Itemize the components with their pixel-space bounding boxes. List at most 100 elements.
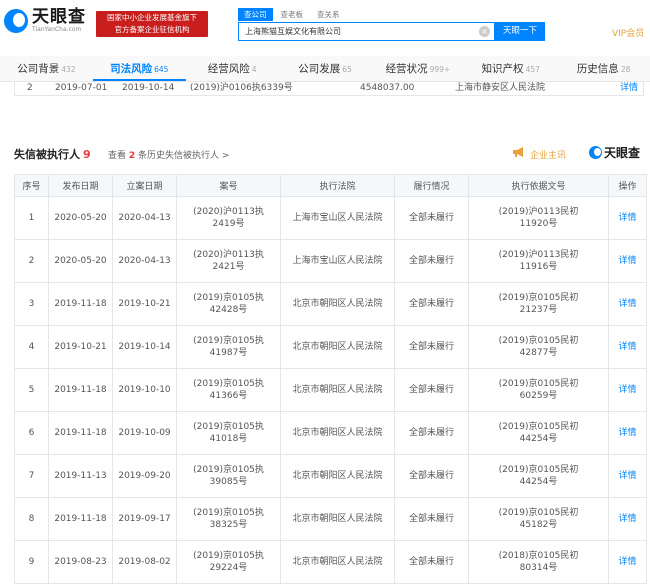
tab-intellectual-property[interactable]: 知识产权 457 <box>464 56 557 81</box>
dishonest-section-header: 失信被执行人 9 查看 2 条历史失信被执行人 > 企业主讯 天眼查 <box>14 144 646 162</box>
cell-seq: 4 <box>14 325 49 369</box>
column-header: 执行法院 <box>280 174 395 197</box>
cell-case-no: (2019)京0105执 41987号 <box>176 325 281 369</box>
vip-link[interactable]: VIP会员 <box>612 26 644 39</box>
detail-link[interactable]: 详情 <box>608 325 647 369</box>
tab-operation-status[interactable]: 经营状况 999+ <box>371 56 464 81</box>
cell-court: 北京市朝阳区人民法院 <box>280 497 395 541</box>
cell-pub-date: 2019-11-18 <box>48 411 113 455</box>
table-row: 8 2019-11-18 2019-09-17 (2019)京0105执 3832… <box>14 497 647 541</box>
cell-court: 北京市朝阳区人民法院 <box>280 411 395 455</box>
detail-link[interactable]: 详情 <box>608 497 647 541</box>
tab-judicial-risk[interactable]: 司法风险 645 <box>92 56 186 81</box>
official-badge: 国家中小企业发展基金旗下 官方备案企业征信机构 <box>96 11 208 37</box>
section-count: 9 <box>83 148 91 161</box>
tab-company-background[interactable]: 公司背景 432 <box>0 56 93 81</box>
column-header: 执行依据文号 <box>468 174 609 197</box>
cell-case-no: (2019)京0105执 41366号 <box>176 368 281 412</box>
section-tabs: 公司背景 432 司法风险 645 经营风险 4 公司发展 65 经营状况 999+ 知识… <box>0 56 650 82</box>
cell-status: 全部未履行 <box>394 497 469 541</box>
table-row: 3 2019-11-18 2019-10-21 (2019)京0105执 4242… <box>14 282 647 326</box>
cell-basis: (2019)京0105民初 44254号 <box>468 411 609 455</box>
table-row: 6 2019-11-18 2019-10-09 (2019)京0105执 4101… <box>14 411 647 455</box>
cell-basis: (2019)京0105民初 45182号 <box>468 497 609 541</box>
previous-table-row: 2 2019-07-01 2019-10-14 (2019)沪0106执6339… <box>14 82 644 96</box>
cell-court: 上海市宝山区人民法院 <box>280 196 395 240</box>
cell-status: 全部未履行 <box>394 540 469 584</box>
cell-case-no: (2020)沪0113执 2419号 <box>176 196 281 240</box>
prev-row-pub-date: 2019-07-01 <box>55 83 108 93</box>
table-row: 4 2019-10-21 2019-10-14 (2019)京0105执 4198… <box>14 325 647 369</box>
cell-file-date: 2020-04-13 <box>112 239 177 283</box>
history-dishonest-link[interactable]: 查看 2 条历史失信被执行人 > <box>108 148 229 161</box>
cell-court: 上海市宝山区人民法院 <box>280 239 395 283</box>
detail-link[interactable]: 详情 <box>608 239 647 283</box>
cell-court: 北京市朝阳区人民法院 <box>280 368 395 412</box>
tab-company-development[interactable]: 公司发展 65 <box>279 56 372 81</box>
logo-text: 天眼查 <box>32 7 86 27</box>
cell-basis: (2018)京0105民初 80314号 <box>468 540 609 584</box>
cell-seq: 3 <box>14 282 49 326</box>
cell-court: 北京市朝阳区人民法院 <box>280 325 395 369</box>
cell-basis: (2019)京0105民初 21237号 <box>468 282 609 326</box>
badge-line-2: 官方备案企业征信机构 <box>114 25 190 34</box>
search-tab-company[interactable]: 查公司 <box>238 8 273 21</box>
cell-file-date: 2019-10-10 <box>112 368 177 412</box>
logo-eye-icon <box>4 9 28 33</box>
logo-domain: TianYanCha.com <box>32 26 82 33</box>
cell-seq: 5 <box>14 368 49 412</box>
table-row: 9 2019-08-23 2019-08-02 (2019)京0105执 2922… <box>14 540 647 584</box>
cell-status: 全部未履行 <box>394 196 469 240</box>
search-type-tabs: 查公司 查老板 查关系 <box>238 8 346 21</box>
detail-link[interactable]: 详情 <box>608 454 647 498</box>
site-logo[interactable]: 天眼查 TianYanCha.com <box>4 8 86 34</box>
tab-operation-risk[interactable]: 经营风险 4 <box>186 56 279 81</box>
cell-basis: (2019)京0105民初 42877号 <box>468 325 609 369</box>
watermark-logo: 天眼查 <box>589 144 640 161</box>
cell-basis: (2019)京0105民初 60259号 <box>468 368 609 412</box>
cell-court: 北京市朝阳区人民法院 <box>280 454 395 498</box>
table-body: 1 2020-05-20 2020-04-13 (2020)沪0113执 2419… <box>14 196 647 584</box>
search-tab-relation[interactable]: 查关系 <box>311 8 346 21</box>
cell-status: 全部未履行 <box>394 454 469 498</box>
search-box: × <box>238 22 495 41</box>
cell-file-date: 2019-10-21 <box>112 282 177 326</box>
cell-pub-date: 2020-05-20 <box>48 239 113 283</box>
table-row: 1 2020-05-20 2020-04-13 (2020)沪0113执 2419… <box>14 196 647 240</box>
detail-link[interactable]: 详情 <box>608 282 647 326</box>
prev-row-court: 上海市静安区人民法院 <box>455 83 546 93</box>
search-button[interactable]: 天眼一下 <box>495 22 545 41</box>
prev-row-detail-link[interactable]: 详情 <box>620 82 638 94</box>
cell-case-no: (2019)京0105执 42428号 <box>176 282 281 326</box>
cell-case-no: (2019)京0105执 41018号 <box>176 411 281 455</box>
detail-link[interactable]: 详情 <box>608 368 647 412</box>
column-header: 履行情况 <box>394 174 469 197</box>
column-header: 案号 <box>176 174 281 197</box>
cell-seq: 6 <box>14 411 49 455</box>
search-tab-boss[interactable]: 查老板 <box>275 8 310 21</box>
cell-seq: 9 <box>14 540 49 584</box>
badge-line-1: 国家中小企业发展基金旗下 <box>107 13 197 22</box>
cell-seq: 2 <box>14 239 49 283</box>
cell-seq: 1 <box>14 196 49 240</box>
detail-link[interactable]: 详情 <box>608 196 647 240</box>
cell-basis: (2019)沪0113民初 11920号 <box>468 196 609 240</box>
cell-pub-date: 2019-10-21 <box>48 325 113 369</box>
clear-icon[interactable]: × <box>479 26 490 37</box>
detail-link[interactable]: 详情 <box>608 411 647 455</box>
table-row: 7 2019-11-13 2019-09-20 (2019)京0105执 3908… <box>14 454 647 498</box>
company-theme-link[interactable]: 企业主讯 <box>530 148 566 161</box>
prev-row-amount: 4548037.00 <box>360 83 415 93</box>
cell-court: 北京市朝阳区人民法院 <box>280 282 395 326</box>
detail-link[interactable]: 详情 <box>608 540 647 584</box>
cell-status: 全部未履行 <box>394 325 469 369</box>
search-input[interactable] <box>239 23 479 40</box>
tab-history-info[interactable]: 历史信息 28 <box>557 56 650 81</box>
cell-file-date: 2019-10-09 <box>112 411 177 455</box>
cell-status: 全部未履行 <box>394 411 469 455</box>
cell-case-no: (2020)沪0113执 2421号 <box>176 239 281 283</box>
cell-seq: 8 <box>14 497 49 541</box>
megaphone-icon <box>513 147 523 157</box>
cell-pub-date: 2020-05-20 <box>48 196 113 240</box>
table-row: 5 2019-11-18 2019-10-10 (2019)京0105执 4136… <box>14 368 647 412</box>
